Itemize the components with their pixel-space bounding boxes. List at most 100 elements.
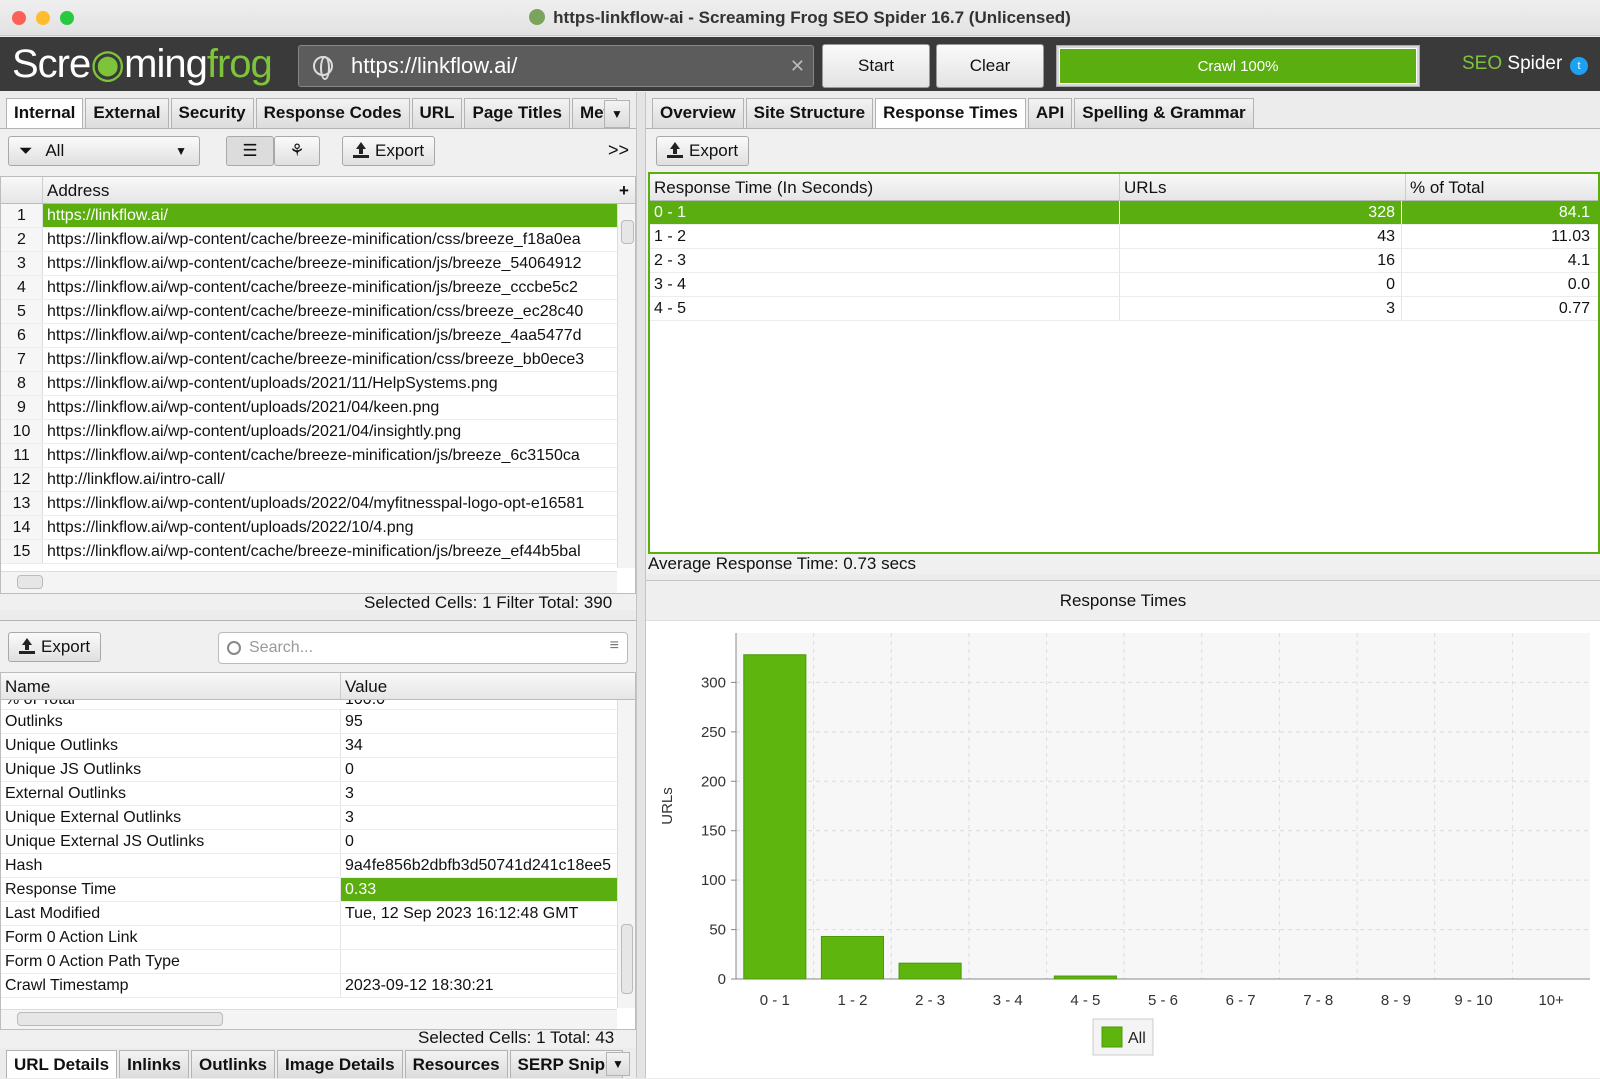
address-column-header[interactable]: Address (43, 177, 613, 203)
detail-value[interactable]: 0 (341, 830, 617, 853)
url-input[interactable]: https://linkflow.ai/ ✕ (298, 45, 814, 87)
list-item[interactable]: Form 0 Action Path Type (1, 950, 635, 974)
url-table-vertical-scrollbar[interactable] (617, 204, 635, 568)
detail-value[interactable]: 0 (341, 758, 617, 781)
clear-button[interactable]: Clear (936, 44, 1044, 88)
rt-row[interactable]: 4 - 5 3 0.77 (650, 297, 1598, 321)
address-cell[interactable]: https://linkflow.ai/wp-content/uploads/2… (43, 396, 617, 419)
list-item[interactable]: Unique Outlinks 34 (1, 734, 635, 758)
details-search-input[interactable]: Search... ≡ (218, 632, 628, 664)
hscroll-thumb[interactable] (17, 1012, 223, 1026)
detail-value[interactable]: 0.33 (341, 878, 617, 901)
address-cell[interactable]: https://linkflow.ai/wp-content/cache/bre… (43, 444, 617, 467)
scroll-thumb[interactable] (621, 220, 634, 244)
export-button-details[interactable]: Export (8, 632, 102, 662)
address-cell[interactable]: https://linkflow.ai/wp-content/cache/bre… (43, 276, 617, 299)
table-row[interactable]: 10 https://linkflow.ai/wp-content/uploads… (1, 420, 635, 444)
address-cell[interactable]: https://linkflow.ai/wp-content/uploads/2… (43, 516, 617, 539)
tree-view-button[interactable]: ⚘ (274, 136, 320, 166)
detail-value[interactable]: 95 (341, 710, 617, 733)
start-button[interactable]: Start (822, 44, 930, 88)
tab-security[interactable]: Security (170, 98, 254, 128)
more-options-button[interactable]: >> (608, 140, 629, 161)
list-item[interactable]: Response Time 0.33 (1, 878, 635, 902)
rt-col-urls[interactable]: URLs (1120, 174, 1406, 200)
detail-value[interactable] (341, 950, 617, 973)
address-cell[interactable]: https://linkflow.ai/wp-content/uploads/2… (43, 372, 617, 395)
tab-url[interactable]: URL (411, 98, 463, 128)
list-item[interactable]: Outlinks 95 (1, 710, 635, 734)
address-cell[interactable]: https://linkflow.ai/wp-content/cache/bre… (43, 228, 617, 251)
list-item[interactable]: External Outlinks 3 (1, 782, 635, 806)
rt-col-range[interactable]: Response Time (In Seconds) (650, 174, 1120, 200)
detail-value[interactable]: 3 (341, 806, 617, 829)
address-cell[interactable]: https://linkflow.ai/wp-content/cache/bre… (43, 324, 617, 347)
list-item[interactable]: Unique External JS Outlinks 0 (1, 830, 635, 854)
rt-row[interactable]: 3 - 4 0 0.0 (650, 273, 1598, 297)
detail-value[interactable]: 2023-09-12 18:30:21 (341, 974, 617, 997)
zoom-window-button[interactable] (60, 11, 74, 25)
detail-value[interactable]: 34 (341, 734, 617, 757)
list-item[interactable]: Crawl Timestamp 2023-09-12 18:30:21 (1, 974, 635, 998)
address-cell[interactable]: https://linkflow.ai/wp-content/uploads/2… (43, 420, 617, 443)
address-cell[interactable]: https://linkflow.ai/wp-content/cache/bre… (43, 348, 617, 371)
add-column-icon[interactable]: + (615, 177, 635, 203)
value-column-header[interactable]: Value (341, 673, 617, 699)
list-item[interactable]: Unique External Outlinks 3 (1, 806, 635, 830)
list-item[interactable]: Hash 9a4fe856b2dbfb3d50741d241c18ee5 (1, 854, 635, 878)
table-row[interactable]: 12 http://linkflow.ai/intro-call/ (1, 468, 635, 492)
table-row[interactable]: 1 https://linkflow.ai/ (1, 204, 635, 228)
table-row[interactable]: 5 https://linkflow.ai/wp-content/cache/br… (1, 300, 635, 324)
list-item[interactable]: Unique JS Outlinks 0 (1, 758, 635, 782)
table-row[interactable]: 14 https://linkflow.ai/wp-content/uploads… (1, 516, 635, 540)
rt-row[interactable]: 0 - 1 328 84.1 (650, 201, 1598, 225)
filter-dropdown[interactable]: ⏷ All ▼ (8, 136, 200, 166)
detail-value[interactable] (341, 926, 617, 949)
tab-api[interactable]: API (1027, 98, 1073, 128)
rt-col-pct[interactable]: % of Total (1406, 174, 1598, 200)
bottom-tab-image-details[interactable]: Image Details (276, 1050, 403, 1078)
clear-url-icon[interactable]: ✕ (790, 46, 805, 86)
close-window-button[interactable] (12, 11, 26, 25)
tab-external[interactable]: External (85, 98, 169, 128)
panel-splitter[interactable] (636, 92, 646, 1078)
tab-internal[interactable]: Internal (6, 98, 84, 128)
hscroll-thumb[interactable] (17, 575, 43, 589)
tab-site-structure[interactable]: Site Structure (745, 98, 874, 128)
bottom-tab-resources[interactable]: Resources (404, 1050, 508, 1078)
table-row[interactable]: 13 https://linkflow.ai/wp-content/uploads… (1, 492, 635, 516)
tab-response-codes[interactable]: Response Codes (255, 98, 410, 128)
export-button-top[interactable]: Export (342, 136, 436, 166)
address-cell[interactable]: https://linkflow.ai/wp-content/uploads/2… (43, 492, 617, 515)
table-row[interactable]: 11 https://linkflow.ai/wp-content/cache/b… (1, 444, 635, 468)
table-row[interactable]: 2 https://linkflow.ai/wp-content/cache/br… (1, 228, 635, 252)
twitter-icon[interactable]: t (1570, 57, 1588, 75)
list-item[interactable]: Form 0 Action Link (1, 926, 635, 950)
rt-row[interactable]: 2 - 3 16 4.1 (650, 249, 1598, 273)
table-row[interactable]: 3 https://linkflow.ai/wp-content/cache/br… (1, 252, 635, 276)
url-table-horizontal-scrollbar[interactable] (1, 571, 617, 593)
list-item[interactable]: Last Modified Tue, 12 Sep 2023 16:12:48 G… (1, 902, 635, 926)
table-row[interactable]: 7 https://linkflow.ai/wp-content/cache/br… (1, 348, 635, 372)
list-view-button[interactable]: ☰ (226, 136, 274, 166)
table-row[interactable]: 6 https://linkflow.ai/wp-content/cache/br… (1, 324, 635, 348)
minimize-window-button[interactable] (36, 11, 50, 25)
table-row[interactable]: 9 https://linkflow.ai/wp-content/uploads/… (1, 396, 635, 420)
bottom-tab-overflow-dropdown[interactable]: ▼ (606, 1052, 630, 1076)
bottom-tab-inlinks[interactable]: Inlinks (119, 1050, 189, 1078)
bottom-tab-url-details[interactable]: URL Details (6, 1050, 118, 1078)
address-cell[interactable]: https://linkflow.ai/wp-content/cache/bre… (43, 252, 617, 275)
export-button-right[interactable]: Export (656, 136, 750, 166)
scroll-thumb[interactable] (621, 924, 633, 994)
address-cell[interactable]: https://linkflow.ai/wp-content/cache/bre… (43, 540, 617, 563)
address-cell[interactable]: https://linkflow.ai/ (43, 204, 617, 227)
details-vertical-scrollbar[interactable] (617, 700, 635, 1008)
detail-value[interactable]: 3 (341, 782, 617, 805)
address-cell[interactable]: https://linkflow.ai/wp-content/cache/bre… (43, 300, 617, 323)
search-options-icon[interactable]: ≡ (610, 637, 619, 655)
tab-response-times[interactable]: Response Times (875, 98, 1026, 128)
detail-value[interactable]: Tue, 12 Sep 2023 16:12:48 GMT (341, 902, 617, 925)
table-row[interactable]: 15 https://linkflow.ai/wp-content/cache/b… (1, 540, 635, 564)
name-column-header[interactable]: Name (1, 673, 341, 699)
table-row[interactable]: 8 https://linkflow.ai/wp-content/uploads/… (1, 372, 635, 396)
